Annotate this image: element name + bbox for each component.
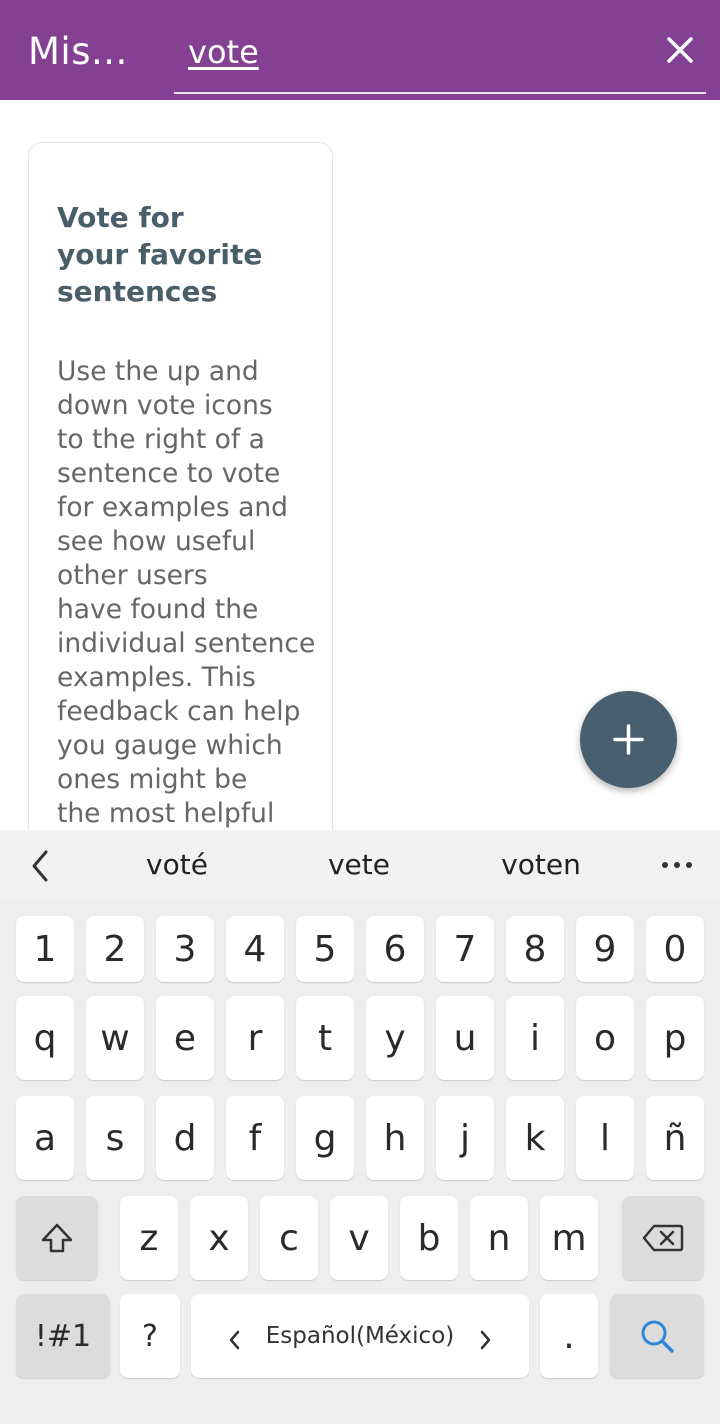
shift-icon (41, 1223, 73, 1253)
shift-key[interactable] (16, 1196, 98, 1280)
key-1[interactable]: 1 (16, 916, 74, 982)
plus-icon (613, 724, 644, 755)
body-line: feedback can help (57, 696, 301, 727)
key-b[interactable]: b (400, 1196, 458, 1280)
chevron-left-icon[interactable] (26, 846, 56, 886)
body-line: down vote icons (57, 390, 273, 421)
key-l[interactable]: l (576, 1096, 634, 1180)
add-button[interactable] (580, 691, 677, 788)
key-3[interactable]: 3 (156, 916, 214, 982)
keyboard: voté vete voten 1 2 3 4 5 6 7 8 9 0 q w … (0, 830, 720, 1424)
suggestion-1[interactable]: voté (118, 848, 236, 882)
key-u[interactable]: u (436, 996, 494, 1080)
language-prev-icon[interactable] (225, 1322, 245, 1350)
key-5[interactable]: 5 (296, 916, 354, 982)
body-line: you gauge which (57, 730, 283, 761)
key-d[interactable]: d (156, 1096, 214, 1180)
key-a[interactable]: a (16, 1096, 74, 1180)
suggestion-bar: voté vete voten (0, 830, 720, 900)
suggestion-2[interactable]: vete (300, 848, 418, 882)
key-o[interactable]: o (576, 996, 634, 1080)
body-line: the most helpful (57, 798, 275, 829)
key-m[interactable]: m (540, 1196, 598, 1280)
body-line: Use the up and (57, 356, 259, 387)
close-icon[interactable] (660, 30, 700, 70)
body-line: for examples and (57, 492, 289, 523)
search-key[interactable] (610, 1294, 704, 1378)
body-line: to the right of a (57, 424, 265, 455)
search-field[interactable]: vote (174, 24, 706, 94)
backspace-icon (642, 1224, 684, 1252)
key-9[interactable]: 9 (576, 916, 634, 982)
body-line: have found the (57, 594, 259, 625)
key-c[interactable]: c (260, 1196, 318, 1280)
key-h[interactable]: h (366, 1096, 424, 1180)
key-i[interactable]: i (506, 996, 564, 1080)
key-8[interactable]: 8 (506, 916, 564, 982)
period-key[interactable]: . (540, 1294, 598, 1378)
key-0[interactable]: 0 (646, 916, 704, 982)
key-n-tilde[interactable]: ñ (646, 1096, 704, 1180)
key-n[interactable]: n (470, 1196, 528, 1280)
key-7[interactable]: 7 (436, 916, 494, 982)
key-y[interactable]: y (366, 996, 424, 1080)
app-header: Mis... vote (0, 0, 720, 100)
body-line: ones might be (57, 764, 248, 795)
body-line: sentence to vote (57, 458, 281, 489)
key-j[interactable]: j (436, 1096, 494, 1180)
key-6[interactable]: 6 (366, 916, 424, 982)
key-4[interactable]: 4 (226, 916, 284, 982)
key-g[interactable]: g (296, 1096, 354, 1180)
language-label: Español(México) (265, 1323, 455, 1349)
language-next-icon[interactable] (475, 1322, 495, 1350)
key-p[interactable]: p (646, 996, 704, 1080)
body-line: see how useful (57, 526, 256, 557)
key-2[interactable]: 2 (86, 916, 144, 982)
space-key[interactable]: Español(México) (191, 1294, 529, 1378)
key-z[interactable]: z (120, 1196, 178, 1280)
key-w[interactable]: w (86, 996, 144, 1080)
body-line: individual sentence (57, 628, 316, 659)
body-line: other users (57, 560, 208, 591)
key-k[interactable]: k (506, 1096, 564, 1180)
key-r[interactable]: r (226, 996, 284, 1080)
question-key[interactable]: ? (120, 1294, 180, 1378)
search-icon (641, 1320, 674, 1353)
search-input[interactable]: vote (188, 32, 259, 72)
key-x[interactable]: x (190, 1196, 248, 1280)
suggestion-3[interactable]: voten (482, 848, 600, 882)
app-title: Mis... (28, 30, 128, 73)
card-body: Use the up and down vote icons to the ri… (57, 355, 322, 831)
key-q[interactable]: q (16, 996, 74, 1080)
symbols-key[interactable]: !#1 (16, 1294, 110, 1378)
key-v[interactable]: v (330, 1196, 388, 1280)
tip-card[interactable]: Vote for your favorite sentences Use the… (28, 142, 333, 904)
more-icon[interactable] (660, 852, 694, 878)
card-title: Vote for your favorite sentences (57, 201, 263, 308)
backspace-key[interactable] (622, 1196, 704, 1280)
body-line: examples. This (57, 662, 256, 693)
key-e[interactable]: e (156, 996, 214, 1080)
key-f[interactable]: f (226, 1096, 284, 1180)
key-t[interactable]: t (296, 996, 354, 1080)
key-s[interactable]: s (86, 1096, 144, 1180)
